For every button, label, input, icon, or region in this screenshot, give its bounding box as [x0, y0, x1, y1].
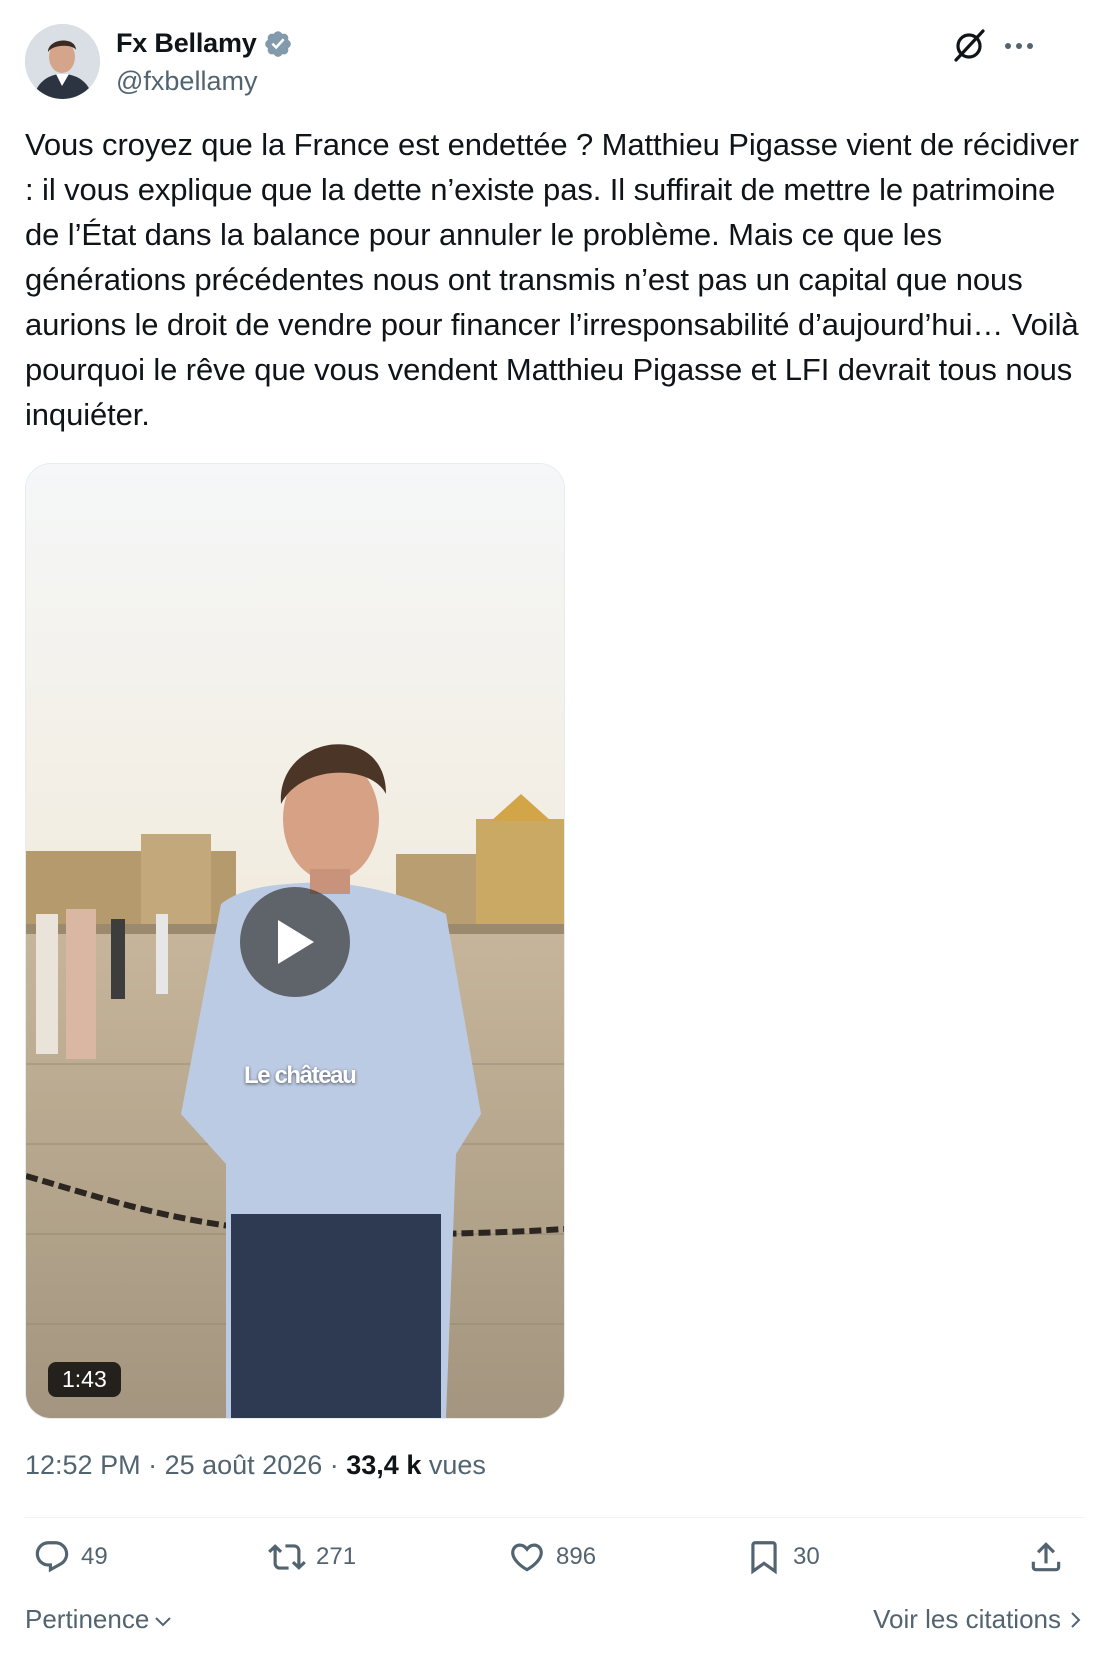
sort-label: Pertinence — [25, 1604, 150, 1634]
heart-icon — [511, 1543, 543, 1572]
video-caption: Le château — [244, 1062, 357, 1089]
quotes-label: Voir les citations — [873, 1604, 1061, 1634]
play-icon — [278, 920, 314, 964]
reply-button[interactable]: 49 — [33, 1538, 108, 1576]
repost-count: 271 — [316, 1543, 357, 1570]
bookmark-button[interactable]: 30 — [745, 1538, 820, 1576]
repost-icon — [268, 1544, 306, 1570]
video-player[interactable]: Le château 1:43 — [25, 463, 565, 1419]
grok-icon[interactable] — [948, 24, 990, 66]
author-name[interactable]: Fx Bellamy — [116, 28, 257, 59]
tweet-meta: 12:52 PM · 25 août 2026 · 33,4 k vues — [25, 1450, 486, 1481]
reply-count: 49 — [81, 1543, 108, 1570]
share-button[interactable] — [1027, 1538, 1075, 1576]
views-count: 33,4 k — [346, 1450, 422, 1480]
author-handle[interactable]: @fxbellamy — [116, 66, 257, 97]
divider — [25, 1517, 1085, 1518]
like-count: 896 — [556, 1543, 597, 1570]
action-bar: 49 271 896 30 — [25, 1538, 1085, 1588]
repost-button[interactable]: 271 — [268, 1538, 356, 1576]
chevron-down-icon — [155, 1616, 172, 1626]
chevron-right-icon — [1071, 1611, 1081, 1628]
play-button[interactable] — [240, 887, 350, 997]
sort-dropdown[interactable]: Pertinence — [25, 1604, 173, 1635]
verified-badge-icon — [264, 30, 291, 57]
more-options-icon[interactable] — [1001, 28, 1037, 64]
video-duration: 1:43 — [48, 1362, 121, 1397]
bookmark-count: 30 — [793, 1543, 820, 1570]
tweet-text: Vous croyez que la France est endettée ?… — [25, 127, 1088, 432]
bookmark-icon — [751, 1541, 777, 1575]
view-quotes-link[interactable]: Voir les citations — [873, 1604, 1085, 1635]
replies-footer: Pertinence Voir les citations — [25, 1600, 1085, 1645]
share-icon — [1031, 1542, 1061, 1572]
reply-icon — [35, 1541, 69, 1573]
meta-separator: · — [148, 1450, 165, 1480]
like-button[interactable]: 896 — [508, 1538, 596, 1576]
views-label: vues — [428, 1450, 486, 1480]
tweet-header: Fx Bellamy @fxbellamy — [25, 24, 1085, 104]
tweet-time[interactable]: 12:52 PM — [25, 1450, 141, 1480]
avatar[interactable] — [25, 24, 100, 99]
tweet-date[interactable]: 25 août 2026 — [165, 1450, 323, 1480]
meta-separator: · — [329, 1450, 347, 1480]
